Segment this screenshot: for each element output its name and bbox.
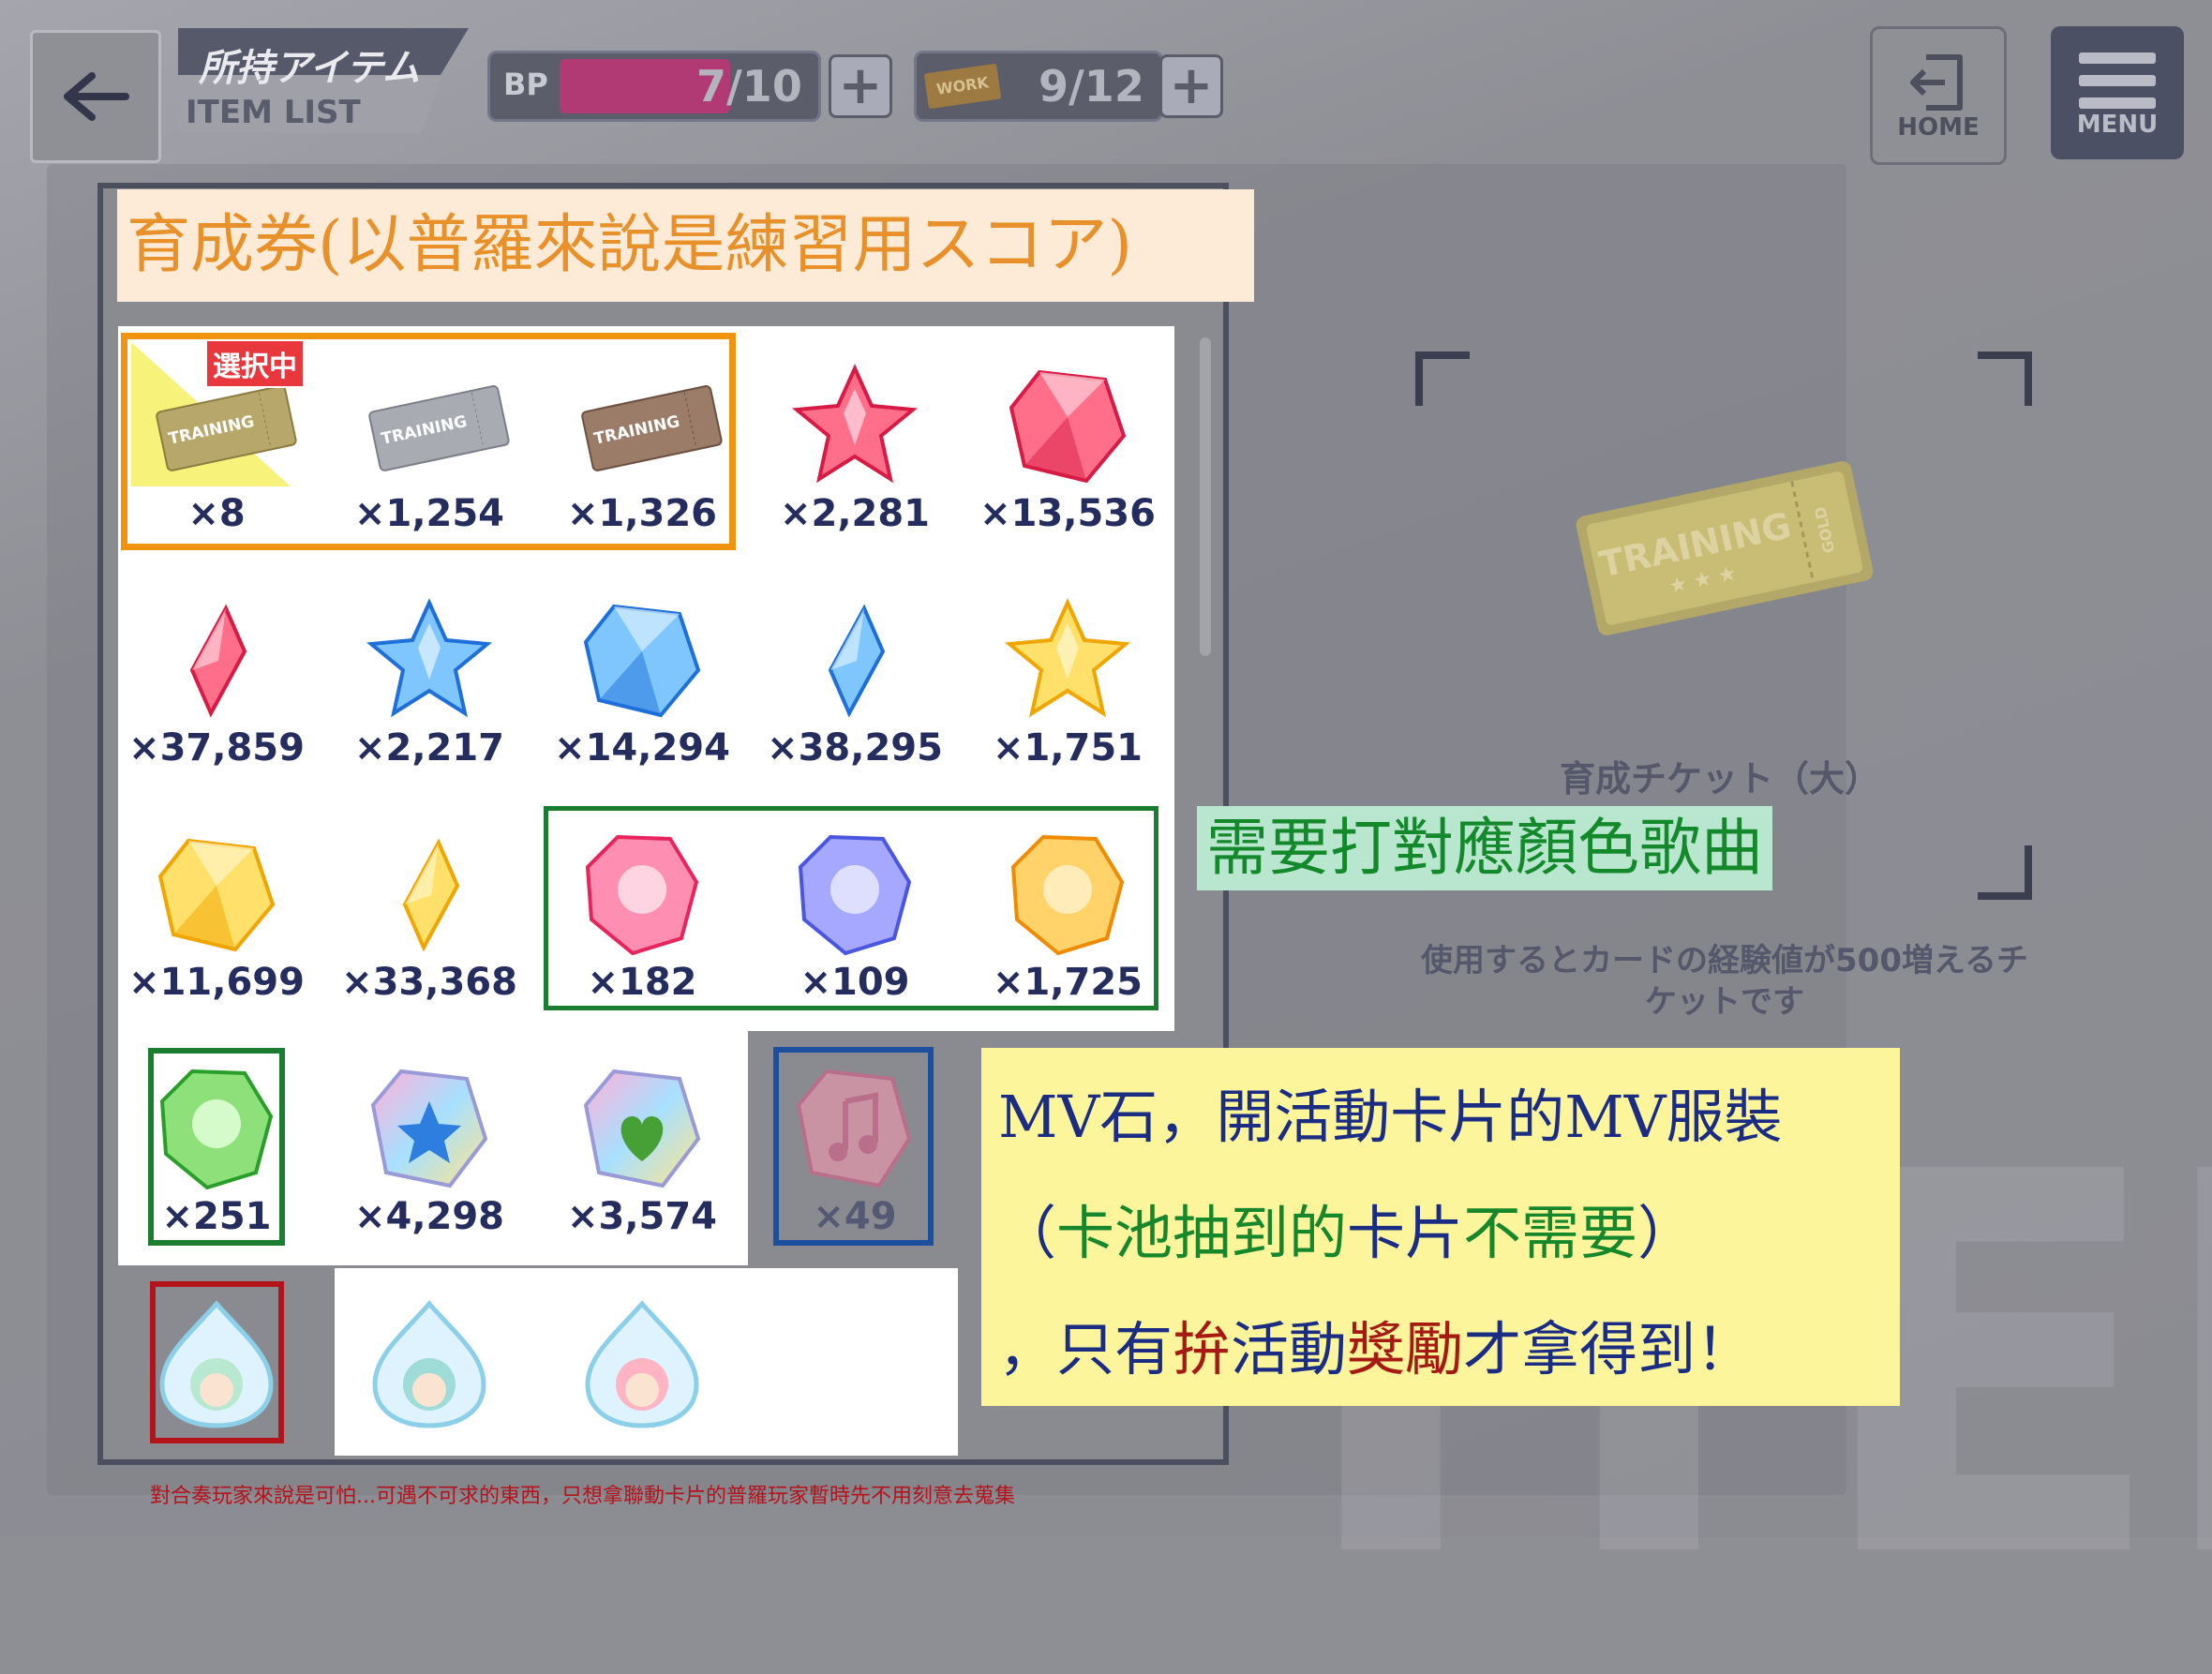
item-quantity: ×33,368 bbox=[341, 961, 517, 1004]
note-gacha: 卡池抽到的 bbox=[1056, 1199, 1348, 1267]
note-paren-open: （ bbox=[998, 1199, 1057, 1267]
page-subtitle: ITEM LIST bbox=[186, 94, 361, 131]
item-quantity: ×13,536 bbox=[979, 492, 1156, 535]
note-event: 活動 bbox=[1231, 1315, 1348, 1383]
menu-bar-icon bbox=[2079, 52, 2156, 64]
item-cell[interactable]: ×37,859 bbox=[111, 558, 322, 792]
note-obtainable: 才拿得到！ bbox=[1463, 1315, 1755, 1383]
bp-value: 7/10 bbox=[696, 61, 802, 112]
green-box-green-gem bbox=[148, 1048, 285, 1246]
item-quantity: ×11,699 bbox=[128, 961, 305, 1004]
item-list-scrollbar[interactable] bbox=[1200, 337, 1211, 656]
orange-box-tickets bbox=[121, 333, 736, 550]
note-grind: 拚 bbox=[1173, 1315, 1232, 1383]
red-box-medal bbox=[150, 1281, 284, 1443]
note-line-1: MV石，開活動卡片的MV服裝 bbox=[998, 1083, 1783, 1151]
item-cell[interactable]: ×2,217 bbox=[323, 558, 535, 792]
work-plus-button[interactable]: + bbox=[1159, 54, 1223, 118]
item-cell[interactable]: ×38,295 bbox=[749, 558, 961, 792]
yellow-gem-icon bbox=[151, 830, 282, 961]
detail-frame-corner bbox=[1978, 351, 2032, 406]
menu-button[interactable]: MENU bbox=[2051, 26, 2184, 159]
work-gauge: WORK 9/12 bbox=[914, 51, 1163, 122]
menu-bar-icon bbox=[2079, 97, 2156, 109]
note-paren-close: ） bbox=[1637, 1199, 1696, 1267]
character-drop-2-icon bbox=[364, 1298, 495, 1429]
detail-item-description: 使用するとカードの経験値が500増えるチケットです bbox=[1421, 942, 2028, 1021]
item-cell[interactable]: ×11,699 bbox=[111, 792, 322, 1026]
menu-label: MENU bbox=[2076, 111, 2159, 139]
blue-box-mv-stone bbox=[773, 1047, 934, 1246]
home-button[interactable]: HOME bbox=[1870, 26, 2007, 165]
menu-bar-icon bbox=[2079, 75, 2156, 86]
home-exit-icon bbox=[1910, 54, 1963, 111]
item-cell[interactable] bbox=[536, 1261, 748, 1495]
item-cell[interactable]: ×33,368 bbox=[323, 792, 535, 1026]
annotation-mv-note: MV石，開活動卡片的MV服裝 （卡池抽到的卡片不需要） ，只有拚活動獎勵才拿得到… bbox=[981, 1048, 1900, 1406]
blue-gem-icon bbox=[576, 595, 708, 726]
blue-star-crystal-icon bbox=[364, 595, 495, 726]
detail-item-name: 育成チケット（大） bbox=[1559, 758, 1880, 800]
item-cell[interactable]: ×1,751 bbox=[962, 558, 1173, 792]
annotation-top-banner: 育成券(以普羅來說是練習用スコア) bbox=[117, 189, 1254, 302]
detail-frame-corner bbox=[1978, 845, 2032, 900]
item-cell[interactable]: ×4,298 bbox=[323, 1026, 535, 1261]
item-cell[interactable] bbox=[323, 1261, 535, 1495]
green-box-song-gems bbox=[544, 806, 1158, 1010]
item-quantity: ×1,751 bbox=[992, 726, 1143, 770]
character-drop-3-icon bbox=[576, 1298, 708, 1429]
item-quantity: ×3,574 bbox=[566, 1195, 718, 1238]
item-cell[interactable]: ×2,281 bbox=[749, 323, 961, 558]
detail-frame-corner bbox=[1415, 351, 1470, 406]
item-quantity: ×4,298 bbox=[353, 1195, 505, 1238]
detail-ticket-image: TRAINING ★ ★ ★ GOLD bbox=[1576, 461, 1874, 635]
item-quantity: ×38,295 bbox=[767, 726, 943, 770]
item-quantity: ×2,281 bbox=[779, 492, 931, 535]
yellow-star-crystal-icon bbox=[1002, 595, 1133, 726]
item-cell[interactable]: ×3,574 bbox=[536, 1026, 748, 1261]
item-quantity: ×2,217 bbox=[353, 726, 505, 770]
red-gem-icon bbox=[1002, 361, 1133, 492]
rainbow-star-gem-icon bbox=[364, 1064, 495, 1195]
item-quantity: ×37,859 bbox=[128, 726, 305, 770]
blue-shard-icon bbox=[789, 595, 920, 726]
annotation-footer: 對合奏玩家來說是可怕...可遇不可求的東西，只想拿聯動卡片的普羅玩家暫時先不用刻… bbox=[150, 1485, 1015, 1508]
rainbow-heart-gem-icon bbox=[576, 1064, 708, 1195]
bp-gauge: BP 7/10 bbox=[487, 51, 821, 122]
item-cell[interactable]: ×14,294 bbox=[536, 558, 748, 792]
page-title: 所持アイテム bbox=[199, 47, 420, 90]
bp-label: BP bbox=[503, 67, 548, 102]
home-label: HOME bbox=[1897, 113, 1980, 142]
item-quantity: ×14,294 bbox=[554, 726, 730, 770]
note-not-needed: 不需要 bbox=[1463, 1199, 1638, 1267]
red-shard-icon bbox=[151, 595, 282, 726]
note-card: 卡片 bbox=[1347, 1199, 1464, 1267]
annotation-green-label: 需要打對應顏色歌曲 bbox=[1197, 806, 1772, 890]
back-button[interactable] bbox=[30, 30, 161, 163]
bp-plus-button[interactable]: + bbox=[829, 54, 892, 118]
yellow-shard-icon bbox=[364, 830, 495, 961]
red-star-crystal-icon bbox=[789, 361, 920, 492]
back-arrow-icon bbox=[64, 72, 129, 121]
note-only: ，只有 bbox=[998, 1315, 1173, 1383]
work-ticket-icon: WORK bbox=[923, 63, 1002, 110]
work-value: 9/12 bbox=[1039, 61, 1144, 112]
note-reward: 獎勵 bbox=[1347, 1315, 1464, 1383]
item-cell[interactable]: ×13,536 bbox=[962, 323, 1173, 558]
